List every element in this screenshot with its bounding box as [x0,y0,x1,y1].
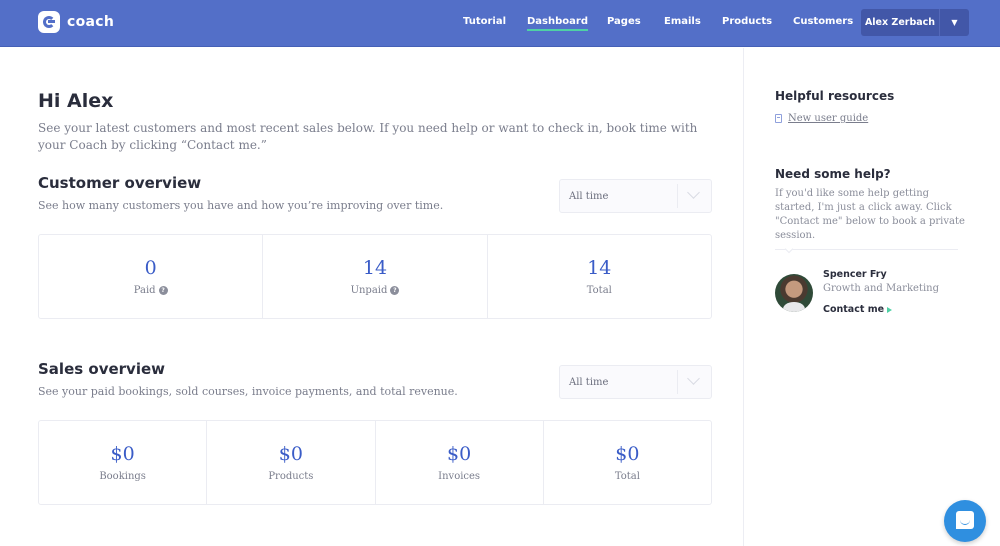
stat-label: Paid ? [134,285,168,296]
stat-label: Total [587,285,612,296]
document-icon [775,114,782,123]
help-icon[interactable]: ? [158,286,168,295]
stat-unpaid: 14 Unpaid ? [263,235,488,318]
stat-label: Invoices [438,471,481,482]
coach-name: Spencer Fry [823,269,887,280]
stat-bookings: $0 Bookings [39,421,208,504]
select-value: All time [569,190,609,202]
top-navigation-bar: coach Tutorial Dashboard Pages Emails Pr… [0,0,1000,47]
customer-stats: 0 Paid ? 14 Unpaid ? 14 Total [38,234,712,319]
customer-overview-subtitle: See how many customers you have and how … [38,199,444,212]
coach-logo[interactable]: coach [38,11,114,33]
helpful-resources-title: Helpful resources [775,89,895,103]
coach-logo-icon [38,11,60,33]
nav-emails[interactable]: Emails [664,16,701,27]
caret-down-icon[interactable]: ▼ [940,9,969,36]
stat-label-text: Paid [133,285,156,296]
need-help-title: Need some help? [775,167,891,181]
help-icon[interactable]: ? [390,286,400,295]
nav-dashboard[interactable]: Dashboard [527,16,588,31]
stat-value: 0 [144,257,157,279]
dashboard-main: Hi Alex See your latest customers and mo… [0,48,743,546]
stat-paid: 0 Paid ? [39,235,264,318]
stat-total-revenue: $0 Total [544,421,711,504]
stat-total-customers: 14 Total [488,235,711,318]
stat-label: Unpaid ? [351,285,400,296]
arrow-right-icon [887,306,893,313]
stat-label-text: Total [586,285,612,296]
customer-overview-title: Customer overview [38,174,202,192]
intro-text: See your latest customers and most recen… [38,121,698,152]
guide-link-text: New user guide [788,113,869,124]
stat-value: $0 [278,443,303,465]
stat-products: $0 Products [207,421,376,504]
nav-tutorial[interactable]: Tutorial [463,16,506,27]
chat-bubble-icon [956,511,974,529]
stat-value: $0 [110,443,135,465]
sales-timeframe-select[interactable]: All time [559,365,712,399]
new-user-guide-link[interactable]: New user guide [775,113,868,124]
user-name-button[interactable]: Alex Zerbach [861,9,940,36]
sidebar-divider [743,48,744,546]
stat-invoices: $0 Invoices [376,421,544,504]
stat-value: 14 [362,257,388,279]
stat-value: $0 [447,443,472,465]
coach-avatar [775,274,813,312]
sales-stats: $0 Bookings $0 Products $0 Invoices $0 T… [38,420,712,505]
sales-overview-title: Sales overview [38,360,165,378]
stat-label: Total [614,471,640,482]
sales-overview-subtitle: See your paid bookings, sold courses, in… [38,385,458,398]
help-text: If you'd like some help getting started,… [775,188,965,241]
nav-customers[interactable]: Customers [793,16,853,27]
nav-pages[interactable]: Pages [607,16,641,27]
chevron-down-icon [678,179,711,213]
contact-me-label: Contact me [823,304,885,315]
stat-label: Products [268,471,314,482]
stat-label-text: Unpaid [350,285,388,296]
separator-notch [784,244,794,254]
nav-products[interactable]: Products [722,16,772,27]
page-title: Hi Alex [38,90,114,112]
stat-label: Bookings [99,471,146,482]
chevron-down-icon [678,365,711,399]
stat-value: 14 [587,257,612,279]
customer-timeframe-select[interactable]: All time [559,179,712,213]
stat-value: $0 [615,443,640,465]
select-value: All time [569,376,609,388]
sidebar-separator [775,249,958,250]
contact-me-link[interactable]: Contact me [823,304,893,315]
brand-name: coach [67,14,115,30]
user-menu: Alex Zerbach ▼ [861,9,969,36]
coach-role: Growth and Marketing [823,283,939,294]
chat-launcher-button[interactable] [944,500,986,542]
